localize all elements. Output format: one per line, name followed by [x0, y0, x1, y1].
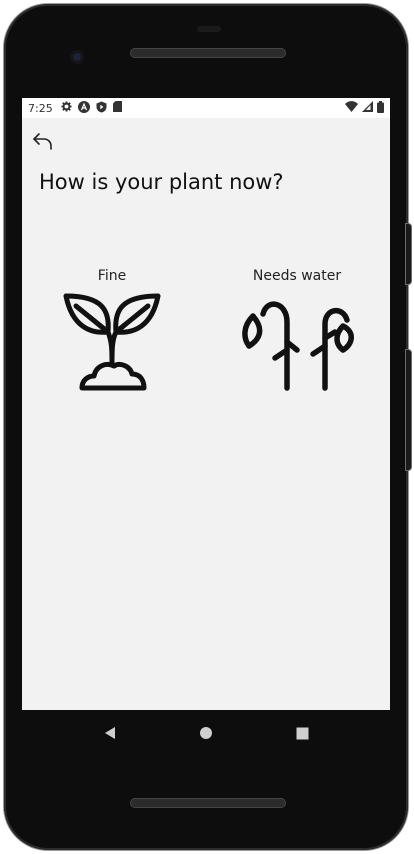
- back-button[interactable]: [30, 128, 56, 154]
- recents-square-icon: [296, 727, 308, 739]
- gear-icon: [61, 101, 72, 115]
- volume-button: [406, 350, 411, 470]
- bottom-speaker: [130, 798, 286, 808]
- nav-recents-button[interactable]: [287, 718, 317, 748]
- cell-signal-icon: [362, 101, 373, 115]
- front-camera: [70, 50, 84, 64]
- wilted-plant-icon: [242, 301, 354, 391]
- option-needs-water-label: Needs water: [252, 268, 342, 284]
- system-nav-bar: [22, 710, 390, 756]
- sd-card-icon: [112, 101, 122, 115]
- back-triangle-icon: [105, 727, 115, 739]
- home-circle-icon: [200, 727, 212, 739]
- option-needs-water[interactable]: Needs water: [232, 268, 362, 392]
- power-button: [406, 224, 411, 284]
- top-speaker: [130, 48, 286, 58]
- battery-icon: [377, 100, 384, 116]
- option-fine[interactable]: Fine: [47, 268, 177, 392]
- status-right-icons: [345, 100, 384, 116]
- status-bar: 7:25: [22, 98, 390, 118]
- nav-back-button[interactable]: [95, 718, 125, 748]
- a-badge-icon: [77, 100, 90, 116]
- status-time: 7:25: [28, 101, 53, 115]
- wifi-icon: [345, 101, 358, 115]
- sprout-icon: [63, 293, 161, 391]
- front-sensor: [197, 26, 221, 32]
- option-fine-label: Fine: [97, 268, 127, 284]
- play-shield-icon: [96, 101, 107, 116]
- app-screen: 7:25 How is your plant now? Fine Needs w…: [22, 98, 390, 710]
- page-title: How is your plant now?: [39, 170, 284, 194]
- nav-home-button[interactable]: [191, 718, 221, 748]
- undo-arrow-icon: [33, 133, 52, 150]
